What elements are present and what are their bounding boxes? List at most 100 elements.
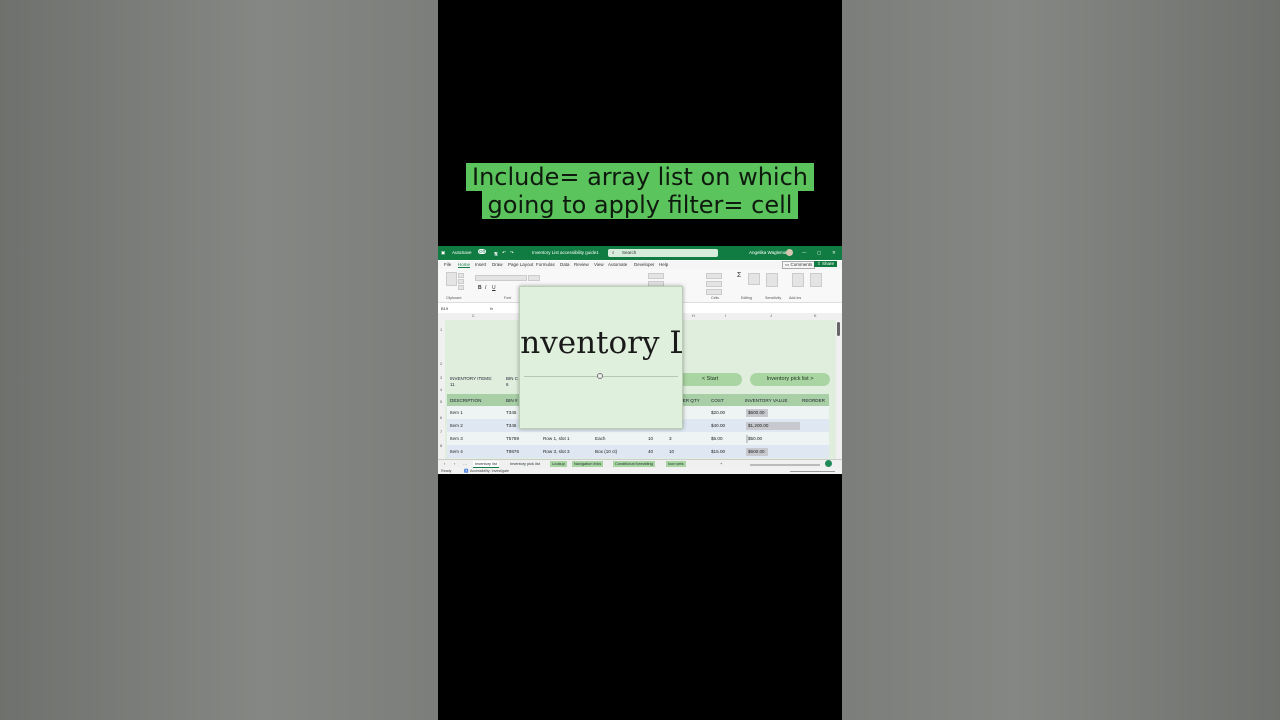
more-sheets-icon[interactable]: … <box>463 461 467 466</box>
cell-reorder-qty[interactable]: 3 <box>669 436 672 441</box>
popup-handle-icon[interactable] <box>597 373 603 379</box>
row-header[interactable]: 3 <box>440 376 442 380</box>
undo-icon[interactable]: ↶ <box>502 250 506 256</box>
cell-value[interactable]: $1,200.00 <box>748 423 768 428</box>
row-header[interactable]: 6 <box>440 416 442 420</box>
cell-description[interactable]: Item 3 <box>450 436 463 441</box>
cell-description[interactable]: Item 1 <box>450 410 463 415</box>
cell-location[interactable]: Row 1, slot 1 <box>543 436 570 441</box>
addins-icon[interactable] <box>792 273 804 287</box>
cell-bin[interactable]: T345 <box>506 410 516 415</box>
cell-reorder-qty[interactable]: 10 <box>669 449 674 454</box>
cell-qty[interactable]: 40 <box>648 449 653 454</box>
analyze-data-icon[interactable] <box>810 273 822 287</box>
menu-view[interactable]: View <box>594 262 604 267</box>
sort-filter-icon[interactable] <box>748 273 760 285</box>
menu-formulas[interactable]: Formulas <box>536 262 555 267</box>
cell-cost[interactable]: $5.00 <box>711 436 723 441</box>
next-sheet-icon[interactable]: › <box>454 461 455 466</box>
menu-insert[interactable]: Insert <box>475 262 486 267</box>
save-icon[interactable]: 🖫 <box>494 250 498 258</box>
fx-icon[interactable]: fx <box>490 306 493 311</box>
row-header[interactable]: 2 <box>440 362 442 366</box>
col-header[interactable]: C <box>472 314 475 318</box>
menu-page-layout[interactable]: Page Layout <box>508 262 533 267</box>
maximize-icon[interactable]: ▢ <box>817 250 821 256</box>
cell-cost[interactable]: $40.00 <box>711 423 725 428</box>
cell-cost[interactable]: $20.00 <box>711 410 725 415</box>
cell-bin[interactable]: T9876 <box>506 449 519 454</box>
delete-cells-button[interactable] <box>706 281 722 287</box>
cell-bin[interactable]: T5789 <box>506 436 519 441</box>
cell-cost[interactable]: $15.00 <box>711 449 725 454</box>
accessibility-status[interactable]: Accessibility: Investigate <box>470 469 509 473</box>
autosum-icon[interactable]: Σ <box>737 272 741 279</box>
menu-data[interactable]: Data <box>560 262 570 267</box>
row-header[interactable]: 1 <box>440 328 442 332</box>
minimize-icon[interactable]: — <box>802 250 807 255</box>
conditional-formatting-button[interactable] <box>648 273 664 279</box>
header-inventory-value[interactable]: INVENTORY VALUE <box>745 398 788 403</box>
cut-icon[interactable] <box>458 273 464 278</box>
col-header[interactable]: H <box>692 314 695 318</box>
cell-value[interactable]: $600.00 <box>748 449 765 454</box>
tab-navigation-links[interactable]: Navigation links <box>572 461 604 467</box>
format-cells-button[interactable] <box>706 289 722 295</box>
cell-value[interactable]: $50.00 <box>748 436 762 441</box>
menu-automate[interactable]: Automate <box>608 262 627 267</box>
row-header[interactable]: 7 <box>440 430 442 434</box>
cell-location[interactable]: Row 3, slot 3 <box>543 449 570 454</box>
cell-unit[interactable]: Each <box>595 436 605 441</box>
copy-icon[interactable] <box>458 279 464 284</box>
menu-developer[interactable]: Developer <box>634 262 655 267</box>
menu-home[interactable]: Home <box>458 262 471 268</box>
accessibility-icon[interactable]: ♿ <box>464 469 468 473</box>
tab-lookup[interactable]: Lookup <box>550 461 567 467</box>
cell-unit[interactable]: Box (10 ct) <box>595 449 617 454</box>
vertical-scrollbar[interactable] <box>836 320 842 460</box>
cell-description[interactable]: Item 2 <box>450 423 463 428</box>
cell-value[interactable]: $600.00 <box>748 410 765 415</box>
col-header[interactable]: J <box>770 314 772 318</box>
font-name-select[interactable] <box>475 275 527 281</box>
close-icon[interactable]: ✕ <box>832 250 836 256</box>
menu-draw[interactable]: Draw <box>492 262 503 267</box>
avatar[interactable] <box>786 249 793 256</box>
cell-qty[interactable]: 10 <box>648 436 653 441</box>
menu-file[interactable]: File <box>444 262 451 267</box>
menu-help[interactable]: Help <box>659 262 668 267</box>
tab-inventory-pick-list[interactable]: Inventory pick list <box>508 461 542 467</box>
paste-icon[interactable] <box>446 272 457 286</box>
inventory-pick-list-button[interactable]: Inventory pick list > <box>750 373 830 386</box>
header-description[interactable]: DESCRIPTION <box>450 398 481 403</box>
prev-sheet-icon[interactable]: ‹ <box>444 461 445 466</box>
format-painter-icon[interactable] <box>458 285 464 290</box>
bold-icon[interactable]: B <box>478 285 482 291</box>
cell-description[interactable]: Item 4 <box>450 449 463 454</box>
header-bin[interactable]: BIN # <box>506 398 518 403</box>
copilot-icon[interactable] <box>825 460 832 467</box>
col-header[interactable]: I <box>725 314 726 318</box>
scroll-thumb[interactable] <box>837 322 840 336</box>
start-button[interactable]: < Start <box>678 373 742 386</box>
autosave-label[interactable]: AutoSave <box>452 250 472 255</box>
row-header[interactable]: 4 <box>440 388 442 392</box>
name-box[interactable]: B19 <box>441 306 448 311</box>
autosave-toggle[interactable]: Off <box>478 249 486 254</box>
comments-button[interactable]: ▭ Comments <box>782 261 816 269</box>
share-button[interactable]: ⇪ Share <box>814 261 838 267</box>
add-sheet-icon[interactable]: + <box>720 461 722 466</box>
menu-review[interactable]: Review <box>574 262 589 267</box>
zoom-slider[interactable] <box>790 471 835 472</box>
tab-inventory-list[interactable]: Inventory list <box>473 461 499 468</box>
underline-icon[interactable]: U <box>492 285 496 291</box>
font-size-select[interactable] <box>528 275 540 281</box>
sensitivity-icon[interactable] <box>766 273 778 287</box>
header-reorder[interactable]: REORDER <box>802 398 825 403</box>
tab-icon-sets[interactable]: Icon sets <box>666 461 686 467</box>
row-header[interactable]: 5 <box>440 400 442 404</box>
italic-icon[interactable]: I <box>485 285 486 291</box>
insert-cells-button[interactable] <box>706 273 722 279</box>
tab-conditional-formatting[interactable]: Conditional formatting <box>613 461 655 467</box>
row-header[interactable]: 8 <box>440 444 442 448</box>
